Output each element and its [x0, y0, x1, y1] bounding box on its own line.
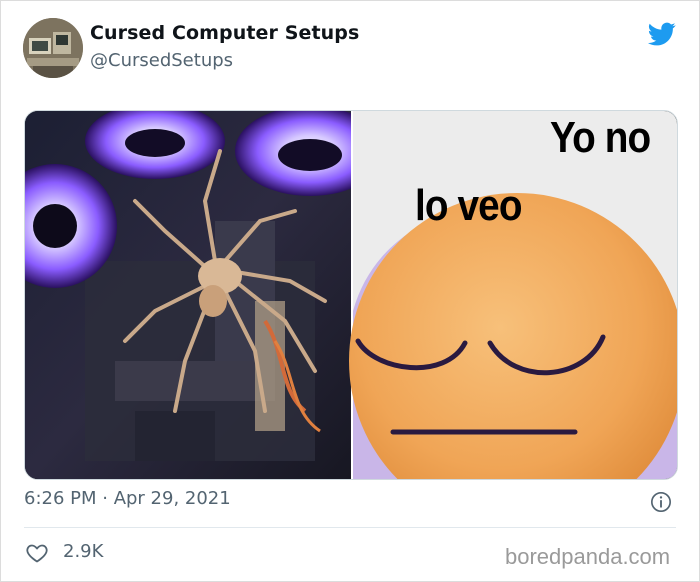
- user-handle[interactable]: @CursedSetups: [90, 50, 233, 71]
- avatar[interactable]: [23, 18, 83, 78]
- pc-interior-image: [25, 111, 385, 479]
- emoji-meme-image: [349, 111, 677, 479]
- display-name[interactable]: Cursed Computer Setups: [90, 22, 359, 44]
- like-count[interactable]: 2.9K: [63, 541, 103, 562]
- meme-caption-line2: lo veo: [415, 181, 522, 230]
- divider: [24, 527, 676, 528]
- meme-caption-line1: Yo no: [550, 113, 651, 162]
- info-icon[interactable]: [650, 491, 672, 513]
- tweet-timestamp[interactable]: 6:26 PM · Apr 29, 2021: [24, 488, 231, 509]
- tweet-media[interactable]: Yo no lo veo: [24, 110, 678, 480]
- heart-icon[interactable]: [25, 541, 49, 565]
- twitter-bird-icon[interactable]: [646, 20, 678, 48]
- watermark: boredpanda.com: [505, 544, 671, 569]
